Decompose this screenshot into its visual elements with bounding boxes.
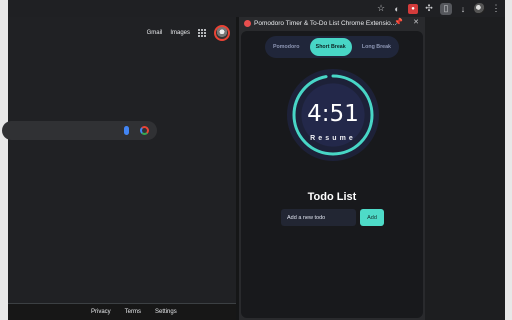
tab-long-break[interactable]: Long Break <box>356 38 397 56</box>
window-edge-left <box>0 0 8 320</box>
extension-side-panel: Pomodoro Timer & To-Do List Chrome Exten… <box>239 17 425 320</box>
privacy-link[interactable]: Privacy <box>91 309 111 315</box>
add-todo-button[interactable]: Add <box>360 209 384 226</box>
mode-tabs: Pomodoro Short Break Long Break <box>265 36 399 58</box>
puzzle-icon[interactable]: ✣ <box>424 3 434 14</box>
resume-button[interactable]: Resume <box>287 135 379 142</box>
timer-time: 4:51 <box>307 101 359 127</box>
camera-search-icon[interactable] <box>140 126 149 135</box>
browser-window: ☆ ◐ ● ✣ ▯ ↓ ⋮ Gmail Images Privacy Terms… <box>0 0 512 320</box>
star-icon[interactable]: ☆ <box>376 3 386 14</box>
google-footer: Privacy Terms Settings <box>8 304 236 320</box>
toolbar-icons: ☆ ◐ ● ✣ ▯ ↓ ⋮ <box>376 0 505 17</box>
browser-toolbar: ☆ ◐ ● ✣ ▯ ↓ ⋮ <box>8 0 505 17</box>
extension-header: Pomodoro Timer & To-Do List Chrome Exten… <box>239 17 425 30</box>
tab-pomodoro[interactable]: Pomodoro <box>267 38 305 56</box>
tomato-icon <box>244 20 251 27</box>
sidepanel-icon[interactable]: ▯ <box>440 2 452 15</box>
images-link[interactable]: Images <box>170 30 190 36</box>
download-icon[interactable]: ↓ <box>458 4 468 14</box>
settings-link[interactable]: Settings <box>155 309 177 315</box>
apps-grid-icon[interactable] <box>198 29 206 37</box>
close-icon[interactable]: ✕ <box>413 18 419 26</box>
menu-icon[interactable]: ⋮ <box>491 3 501 14</box>
timer-display: 4:51 Resume <box>287 69 379 161</box>
search-input[interactable] <box>2 121 157 140</box>
microphone-icon[interactable] <box>124 126 129 135</box>
terms-link[interactable]: Terms <box>125 309 141 315</box>
google-top-links: Gmail Images <box>147 25 230 41</box>
tab-short-break[interactable]: Short Break <box>309 38 352 56</box>
avatar[interactable] <box>214 25 230 41</box>
pin-icon[interactable]: 📌 <box>394 18 403 26</box>
extension-icon[interactable]: ◐ <box>392 4 402 14</box>
avatar[interactable] <box>474 3 485 14</box>
google-page: Gmail Images Privacy Terms Settings <box>2 17 236 320</box>
side-panel-gutter <box>425 17 505 320</box>
gmail-link[interactable]: Gmail <box>147 30 163 36</box>
todo-title: Todo List <box>307 191 357 203</box>
extension-title: Pomodoro Timer & To-Do List Chrome Exten… <box>254 20 397 27</box>
todo-form: Add <box>281 209 384 226</box>
todo-input[interactable] <box>281 209 356 226</box>
window-edge-right <box>505 0 512 320</box>
red-extension-icon[interactable]: ● <box>408 3 418 14</box>
pomodoro-app: Pomodoro Short Break Long Break 4:51 Res… <box>241 31 423 318</box>
